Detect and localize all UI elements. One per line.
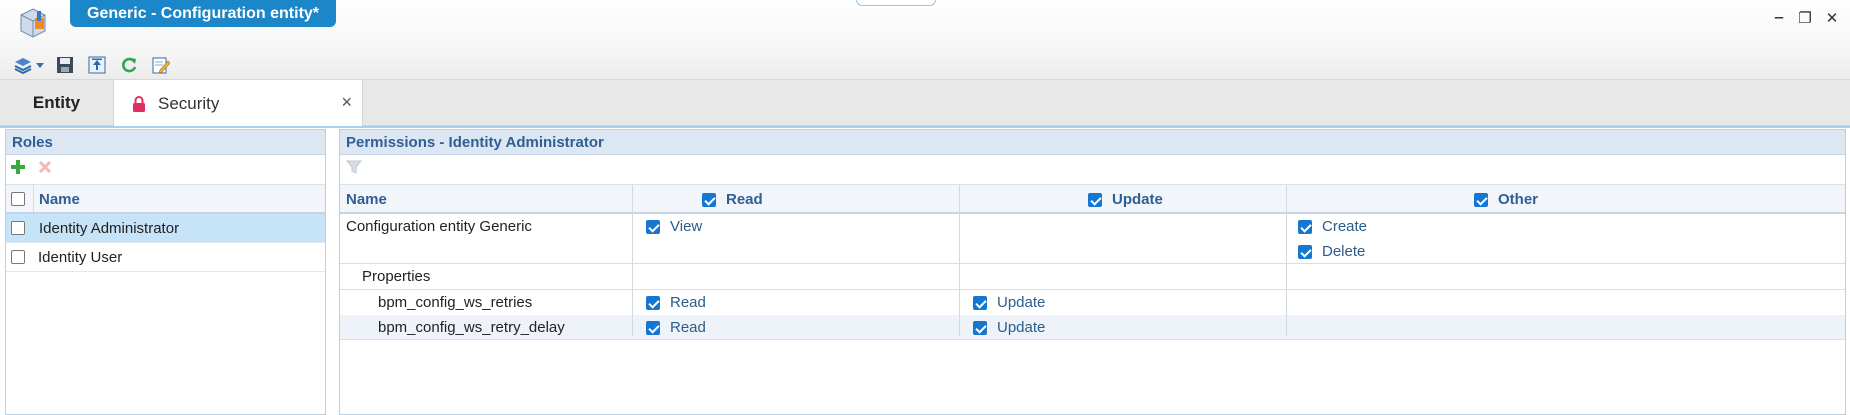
roles-panel-title: Roles: [6, 130, 325, 155]
column-divider: [1286, 185, 1287, 336]
permissions-grid: Name Read Update Other Configuration ent…: [340, 185, 1845, 340]
export-icon[interactable]: [86, 54, 108, 76]
role-checkbox[interactable]: [11, 221, 25, 235]
delete-permission: Delete: [1298, 239, 1365, 264]
permission-row-ws-retries: bpm_config_ws_retries Read Update: [340, 290, 1845, 315]
permission-row-properties: Properties: [340, 264, 1845, 290]
tab-security[interactable]: Security ×: [113, 80, 363, 127]
update-label: Update: [997, 294, 1046, 311]
edit-icon[interactable]: [150, 54, 172, 76]
read-column-label: Read: [726, 191, 763, 208]
column-divider: [959, 185, 960, 336]
update-permission: Update: [973, 315, 1045, 340]
create-label: Create: [1322, 218, 1368, 235]
tab-strip: Entity Security ×: [0, 80, 1850, 127]
window-title: Generic - Configuration entity*: [70, 0, 337, 27]
permission-row-configuration-entity: Configuration entity Generic View Create…: [340, 214, 1845, 264]
delete-checkbox[interactable]: [1298, 244, 1312, 259]
permissions-toolbar: [340, 155, 1845, 185]
other-column-header: Other: [1474, 185, 1538, 214]
add-role-icon[interactable]: [10, 159, 26, 180]
role-name: Identity Administrator: [33, 214, 179, 242]
update-permission: Update: [973, 290, 1045, 315]
role-row-identity-user[interactable]: Identity User: [6, 243, 325, 272]
other-all-checkbox[interactable]: [1474, 192, 1488, 207]
restore-icon[interactable]: ❐: [1797, 9, 1813, 27]
tab-entity[interactable]: Entity: [0, 80, 113, 126]
toolbar: [12, 52, 172, 78]
top-drag-handle[interactable]: [856, 0, 936, 6]
read-checkbox[interactable]: [646, 320, 660, 335]
roles-toolbar: [6, 155, 325, 185]
roles-name-column-header: Name: [33, 185, 80, 212]
update-checkbox[interactable]: [973, 295, 987, 310]
role-row-identity-administrator[interactable]: Identity Administrator: [6, 214, 325, 243]
roles-panel: Roles Name Identity Administrator Identi…: [5, 129, 326, 415]
permissions-grid-header: Name Read Update Other: [340, 185, 1845, 214]
create-checkbox[interactable]: [1298, 219, 1312, 234]
permission-name: Configuration entity Generic: [346, 218, 532, 235]
role-checkbox[interactable]: [11, 250, 25, 264]
create-permission: Create: [1298, 214, 1367, 239]
update-label: Update: [997, 319, 1046, 336]
read-label: Read: [670, 294, 706, 311]
close-tab-icon[interactable]: ×: [341, 92, 352, 113]
view-permission: View: [646, 214, 702, 239]
title-bar: Generic - Configuration entity* ‒ ❐ ✕: [0, 0, 1850, 80]
permissions-panel: Permissions - Identity Administrator Nam…: [339, 129, 1846, 415]
permission-name: bpm_config_ws_retry_delay: [378, 319, 565, 336]
close-window-icon[interactable]: ✕: [1824, 9, 1840, 27]
tab-security-label: Security: [158, 93, 220, 113]
remove-role-icon[interactable]: [38, 160, 52, 179]
permissions-panel-title: Permissions - Identity Administrator: [340, 130, 1845, 155]
permission-row-ws-retry-delay: bpm_config_ws_retry_delay Read Update: [340, 315, 1845, 340]
role-name: Identity User: [38, 249, 123, 266]
permission-name: Properties: [362, 268, 431, 285]
dropdown-arrow-icon[interactable]: [36, 56, 44, 74]
read-checkbox[interactable]: [646, 295, 660, 310]
update-checkbox[interactable]: [973, 320, 987, 335]
app-logo-icon: [18, 6, 48, 40]
roles-grid-header: Name: [6, 185, 325, 214]
select-all-roles-checkbox[interactable]: [11, 191, 25, 206]
read-column-header: Read: [702, 185, 763, 214]
read-label: Read: [670, 319, 706, 336]
layers-icon[interactable]: [12, 54, 34, 76]
read-permission: Read: [646, 290, 706, 315]
update-column-label: Update: [1112, 191, 1163, 208]
minimize-icon[interactable]: ‒: [1771, 9, 1787, 26]
view-label: View: [670, 218, 703, 235]
refresh-icon[interactable]: [118, 54, 140, 76]
other-column-label: Other: [1498, 191, 1539, 208]
update-all-checkbox[interactable]: [1088, 192, 1102, 207]
view-checkbox[interactable]: [646, 219, 660, 234]
perm-name-column-header: Name: [346, 191, 387, 208]
update-column-header: Update: [1088, 185, 1163, 214]
read-all-checkbox[interactable]: [702, 192, 716, 207]
column-divider: [632, 185, 633, 336]
read-permission: Read: [646, 315, 706, 340]
delete-label: Delete: [1322, 243, 1366, 260]
filter-icon[interactable]: [345, 160, 363, 179]
permission-name: bpm_config_ws_retries: [378, 294, 533, 311]
lock-icon: [132, 95, 146, 112]
save-icon[interactable]: [54, 54, 76, 76]
